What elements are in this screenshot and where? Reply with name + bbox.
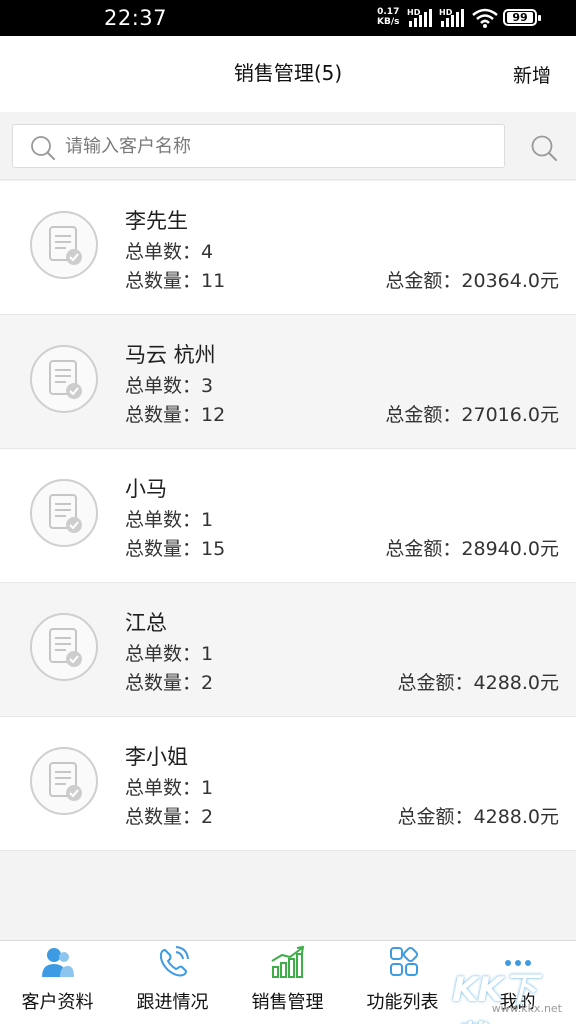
customer-name: 李小姐 [125, 745, 188, 769]
order-count-value: 1 [201, 777, 214, 799]
total-amount-value: 20364.0元 [461, 270, 559, 292]
add-button[interactable]: 新增 [513, 61, 551, 88]
order-count-label: 总单数： [125, 241, 202, 263]
tab-label: 功能列表 [366, 992, 439, 1013]
order-count-value: 4 [201, 241, 214, 263]
quantity: 总数量：2 [125, 802, 213, 829]
battery-level: 99 [507, 12, 533, 23]
total-amount-label: 总金额： [385, 538, 462, 560]
signal-icon-2 [441, 9, 465, 27]
customer-name: 小马 [125, 477, 167, 501]
order-count: 总单数：1 [125, 505, 213, 532]
order-count-value: 3 [201, 375, 214, 397]
quantity-label: 总数量： [125, 672, 202, 694]
search-input[interactable] [65, 125, 495, 167]
order-count: 总单数：4 [125, 237, 213, 264]
total-amount-value: 27016.0元 [461, 404, 559, 426]
quantity: 总数量：2 [125, 668, 213, 695]
tab-sales[interactable]: 销售管理 [230, 941, 345, 1024]
document-icon [30, 211, 98, 279]
quantity: 总数量：11 [125, 266, 225, 293]
quantity-label: 总数量： [125, 538, 202, 560]
order-count-label: 总单数： [125, 777, 202, 799]
quantity-value: 15 [201, 538, 226, 560]
order-count-label: 总单数： [125, 375, 202, 397]
total-amount-value: 28940.0元 [461, 538, 559, 560]
network-speed-unit: KB/s [377, 17, 400, 27]
sales-chart-icon [271, 945, 305, 978]
order-count: 总单数：3 [125, 371, 213, 398]
total-amount: 总金额：28940.0元 [385, 534, 559, 561]
list-item[interactable]: 江总 总单数：1 总数量：2 总金额：4288.0元 [0, 583, 576, 717]
quantity-label: 总数量： [125, 806, 202, 828]
phone-icon [159, 946, 189, 977]
order-count: 总单数：1 [125, 639, 213, 666]
quantity-label: 总数量： [125, 270, 202, 292]
list-item[interactable]: 李先生 总单数：4 总数量：11 总金额：20364.0元 [0, 181, 576, 315]
status-bar: 22:37 0.17 KB/s HD HD 99 [0, 0, 576, 36]
search-area [0, 112, 576, 180]
customer-list: 李先生 总单数：4 总数量：11 总金额：20364.0元 马云 杭州 总单数：… [0, 181, 576, 851]
customer-name: 马云 杭州 [125, 343, 216, 367]
quantity: 总数量：15 [125, 534, 225, 561]
header: 销售管理(5) 新增 [0, 36, 576, 112]
tab-label: 客户资料 [21, 992, 94, 1013]
tab-label: 我的 [499, 992, 536, 1013]
customer-name: 李先生 [125, 209, 188, 233]
quantity: 总数量：12 [125, 400, 225, 427]
quantity-label: 总数量： [125, 404, 202, 426]
total-amount-label: 总金额： [385, 404, 462, 426]
wifi-icon [472, 8, 498, 28]
tab-label: 销售管理 [251, 992, 324, 1013]
status-time: 22:37 [104, 6, 168, 30]
total-amount: 总金额：27016.0元 [385, 400, 559, 427]
order-count-value: 1 [201, 643, 214, 665]
more-dots-icon [505, 960, 531, 966]
search-icon [31, 136, 55, 160]
document-icon [30, 479, 98, 547]
quantity-value: 2 [201, 672, 214, 694]
bottom-tab-bar: 客户资料 跟进情况 销售管理 功能列表 我的 [0, 940, 576, 1024]
customer-name: 江总 [125, 611, 167, 635]
total-amount-label: 总金额： [385, 270, 462, 292]
network-speed-value: 0.17 [377, 7, 400, 17]
tab-followup[interactable]: 跟进情况 [115, 941, 230, 1024]
signal-icon-1 [409, 9, 433, 27]
total-amount: 总金额：20364.0元 [385, 266, 559, 293]
list-item[interactable]: 小马 总单数：1 总数量：15 总金额：28940.0元 [0, 449, 576, 583]
battery-icon: 99 [503, 9, 541, 26]
grid-icon [390, 946, 419, 976]
order-count-label: 总单数： [125, 643, 202, 665]
tab-functions[interactable]: 功能列表 [345, 941, 460, 1024]
order-count: 总单数：1 [125, 773, 213, 800]
search-button-icon[interactable] [530, 134, 558, 162]
total-amount-value: 4288.0元 [473, 672, 559, 694]
quantity-value: 12 [201, 404, 226, 426]
document-icon [30, 613, 98, 681]
page-title: 销售管理(5) [233, 61, 343, 85]
list-item[interactable]: 马云 杭州 总单数：3 总数量：12 总金额：27016.0元 [0, 315, 576, 449]
total-amount: 总金额：4288.0元 [398, 802, 560, 829]
network-speed: 0.17 KB/s [377, 7, 399, 27]
customers-icon [42, 948, 74, 977]
list-item[interactable]: 李小姐 总单数：1 总数量：2 总金额：4288.0元 [0, 717, 576, 851]
total-amount-label: 总金额： [397, 672, 474, 694]
order-count-label: 总单数： [125, 509, 202, 531]
total-amount-value: 4288.0元 [473, 806, 559, 828]
quantity-value: 11 [201, 270, 226, 292]
search-box[interactable] [12, 124, 505, 168]
tab-mine[interactable]: 我的 [460, 941, 575, 1024]
document-icon [30, 345, 98, 413]
order-count-value: 1 [201, 509, 214, 531]
quantity-value: 2 [201, 806, 214, 828]
document-icon [30, 747, 98, 815]
total-amount-label: 总金额： [397, 806, 474, 828]
total-amount: 总金额：4288.0元 [398, 668, 560, 695]
tab-label: 跟进情况 [136, 992, 209, 1013]
tab-customers[interactable]: 客户资料 [0, 941, 115, 1024]
